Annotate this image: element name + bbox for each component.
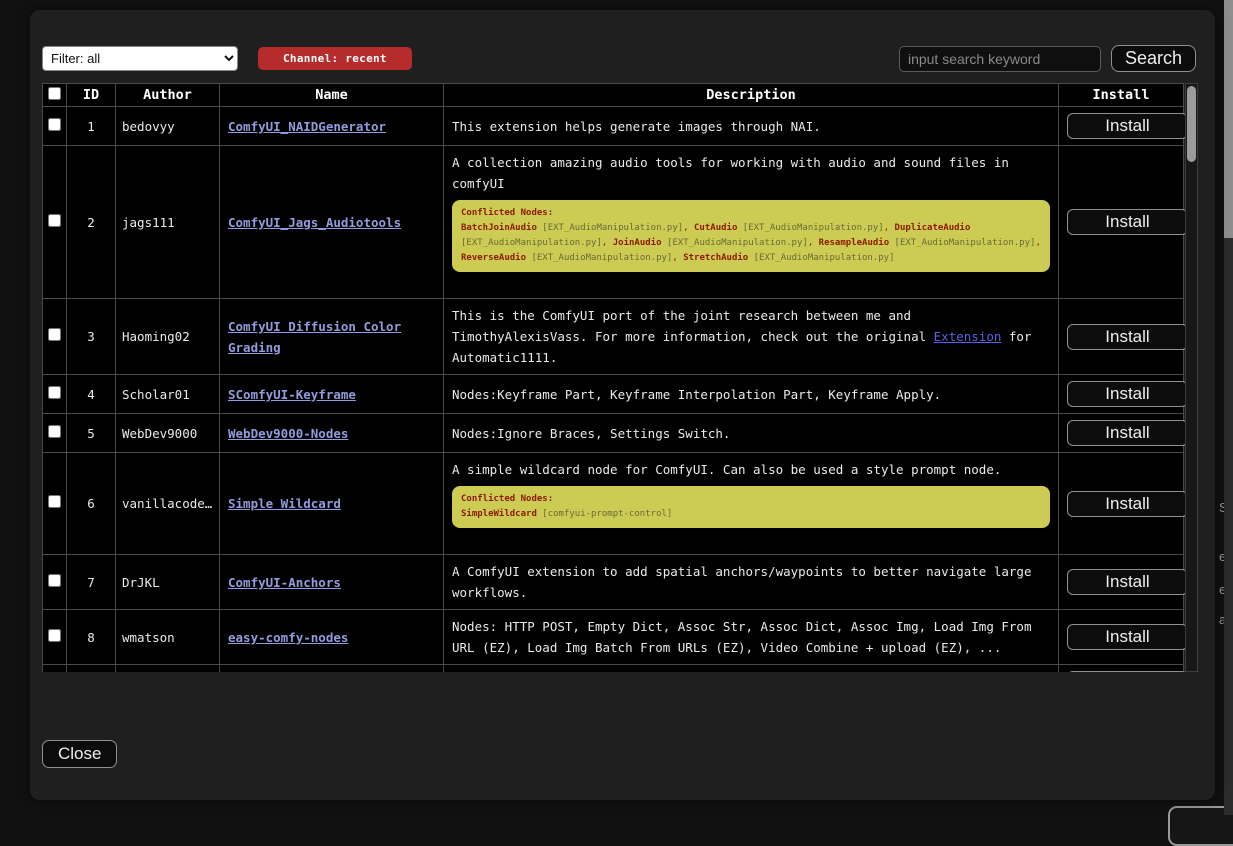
conflicted-nodes-box: Conflicted Nodes:BatchJoinAudio [EXT_Aud…: [452, 200, 1050, 272]
install-button[interactable]: Install: [1067, 420, 1188, 446]
row-author: Haoming02: [116, 299, 220, 375]
row-description: Nodes:Keyframe Part, Keyframe Interpolat…: [444, 375, 1059, 414]
row-checkbox[interactable]: [48, 629, 61, 642]
row-name-link[interactable]: Simple Wildcard: [228, 496, 341, 511]
page-scrollbar[interactable]: [1224, 0, 1233, 815]
row-description: Nodes: HTTP POST, Empty Dict, Assoc Str,…: [444, 610, 1059, 665]
install-button[interactable]: Install: [1067, 209, 1188, 235]
row-description: This extension helps generate images thr…: [444, 107, 1059, 146]
row-author: vanillacode…: [116, 453, 220, 555]
row-description: A collection amazing audio tools for wor…: [444, 146, 1059, 299]
table-scrollbar[interactable]: [1185, 83, 1198, 672]
row-id: 3: [67, 299, 116, 375]
row-name-link[interactable]: ComfyUI Diffusion Color Grading: [228, 319, 401, 355]
header-name: Name: [220, 84, 444, 107]
row-name-link[interactable]: WebDev9000-Nodes: [228, 426, 348, 441]
row-author: bedovyy: [116, 107, 220, 146]
filter-select[interactable]: Filter: all: [42, 46, 238, 71]
table-row: 2 jags111 ComfyUI_Jags_Audiotools A coll…: [43, 146, 1184, 299]
row-id: 8: [67, 610, 116, 665]
row-id: 1: [67, 107, 116, 146]
table-row: 8 wmatson easy-comfy-nodes Nodes: HTTP P…: [43, 610, 1184, 665]
page-scrollbar-thumb[interactable]: [1224, 0, 1233, 238]
table-row: 9 SoftMeng ComfyUI_Mexx_Styler Nodes: Co…: [43, 665, 1184, 673]
install-button[interactable]: Install: [1067, 671, 1188, 672]
custom-nodes-table: ID Author Name Description Install 1 bed…: [42, 83, 1184, 672]
install-button[interactable]: Install: [1067, 113, 1188, 139]
search-button[interactable]: Search: [1111, 45, 1196, 72]
row-id: 5: [67, 414, 116, 453]
conflicted-nodes-box: Conflicted Nodes:SimpleWildcard [comfyui…: [452, 486, 1050, 528]
row-description: This is the ComfyUI port of the joint re…: [444, 299, 1059, 375]
header-author: Author: [116, 84, 220, 107]
table-row: 3 Haoming02 ComfyUI Diffusion Color Grad…: [43, 299, 1184, 375]
row-author: WebDev9000: [116, 414, 220, 453]
select-all-checkbox[interactable]: [48, 87, 61, 100]
row-name-link[interactable]: SComfyUI-Keyframe: [228, 387, 356, 402]
header-install: Install: [1059, 84, 1184, 107]
table-scrollbar-thumb[interactable]: [1187, 86, 1196, 162]
row-checkbox[interactable]: [48, 574, 61, 587]
install-button[interactable]: Install: [1067, 624, 1188, 650]
row-checkbox[interactable]: [48, 118, 61, 131]
row-author: wmatson: [116, 610, 220, 665]
row-description: A ComfyUI extension to add spatial ancho…: [444, 555, 1059, 610]
channel-badge: Channel: recent: [258, 47, 412, 70]
table-row: 6 vanillacode… Simple Wildcard A simple …: [43, 453, 1184, 555]
row-name-link[interactable]: ComfyUI-Anchors: [228, 575, 341, 590]
row-name-link[interactable]: ComfyUI_NAIDGenerator: [228, 119, 386, 134]
row-name-link[interactable]: ComfyUI_Jags_Audiotools: [228, 215, 401, 230]
row-checkbox[interactable]: [48, 328, 61, 341]
search-input[interactable]: [899, 46, 1101, 72]
row-id: 4: [67, 375, 116, 414]
conflicted-nodes-list: BatchJoinAudio [EXT_AudioManipulation.py…: [461, 221, 1041, 266]
install-button[interactable]: Install: [1067, 491, 1188, 517]
row-checkbox[interactable]: [48, 386, 61, 399]
table-row: 1 bedovyy ComfyUI_NAIDGenerator This ext…: [43, 107, 1184, 146]
table-row: 5 WebDev9000 WebDev9000-Nodes Nodes:Igno…: [43, 414, 1184, 453]
install-button[interactable]: Install: [1067, 569, 1188, 595]
conflicted-nodes-title: Conflicted Nodes:: [461, 206, 1041, 221]
row-id: 2: [67, 146, 116, 299]
row-id: 9: [67, 665, 116, 673]
row-author: jags111: [116, 146, 220, 299]
conflicted-nodes-title: Conflicted Nodes:: [461, 492, 1041, 507]
description-link[interactable]: Extension: [934, 329, 1002, 344]
install-button[interactable]: Install: [1067, 324, 1188, 350]
row-name-link[interactable]: easy-comfy-nodes: [228, 630, 348, 645]
table-row: 4 Scholar01 SComfyUI-Keyframe Nodes:Keyf…: [43, 375, 1184, 414]
conflicted-nodes-list: SimpleWildcard [comfyui-prompt-control]: [461, 507, 1041, 522]
close-button[interactable]: Close: [42, 740, 117, 768]
table-row: 7 DrJKL ComfyUI-Anchors A ComfyUI extens…: [43, 555, 1184, 610]
toolbar: Filter: all Channel: recent Search: [30, 10, 1215, 83]
install-custom-nodes-dialog: Filter: all Channel: recent Search ID Au…: [30, 10, 1215, 800]
header-id: ID: [67, 84, 116, 107]
row-checkbox[interactable]: [48, 495, 61, 508]
row-checkbox[interactable]: [48, 214, 61, 227]
row-checkbox[interactable]: [48, 425, 61, 438]
row-id: 6: [67, 453, 116, 555]
install-button[interactable]: Install: [1067, 381, 1188, 407]
row-author: DrJKL: [116, 555, 220, 610]
row-author: Scholar01: [116, 375, 220, 414]
table-header-row: ID Author Name Description Install: [43, 84, 1184, 107]
row-description: Nodes: ComfyUI Mexx Styler, ComfyUI Mexx…: [444, 665, 1059, 673]
row-description: A simple wildcard node for ComfyUI. Can …: [444, 453, 1059, 555]
row-author: SoftMeng: [116, 665, 220, 673]
table-body: 1 bedovyy ComfyUI_NAIDGenerator This ext…: [43, 107, 1184, 673]
custom-nodes-table-viewport: ID Author Name Description Install 1 bed…: [42, 83, 1198, 672]
row-description: Nodes:Ignore Braces, Settings Switch.: [444, 414, 1059, 453]
row-id: 7: [67, 555, 116, 610]
header-description: Description: [444, 84, 1059, 107]
